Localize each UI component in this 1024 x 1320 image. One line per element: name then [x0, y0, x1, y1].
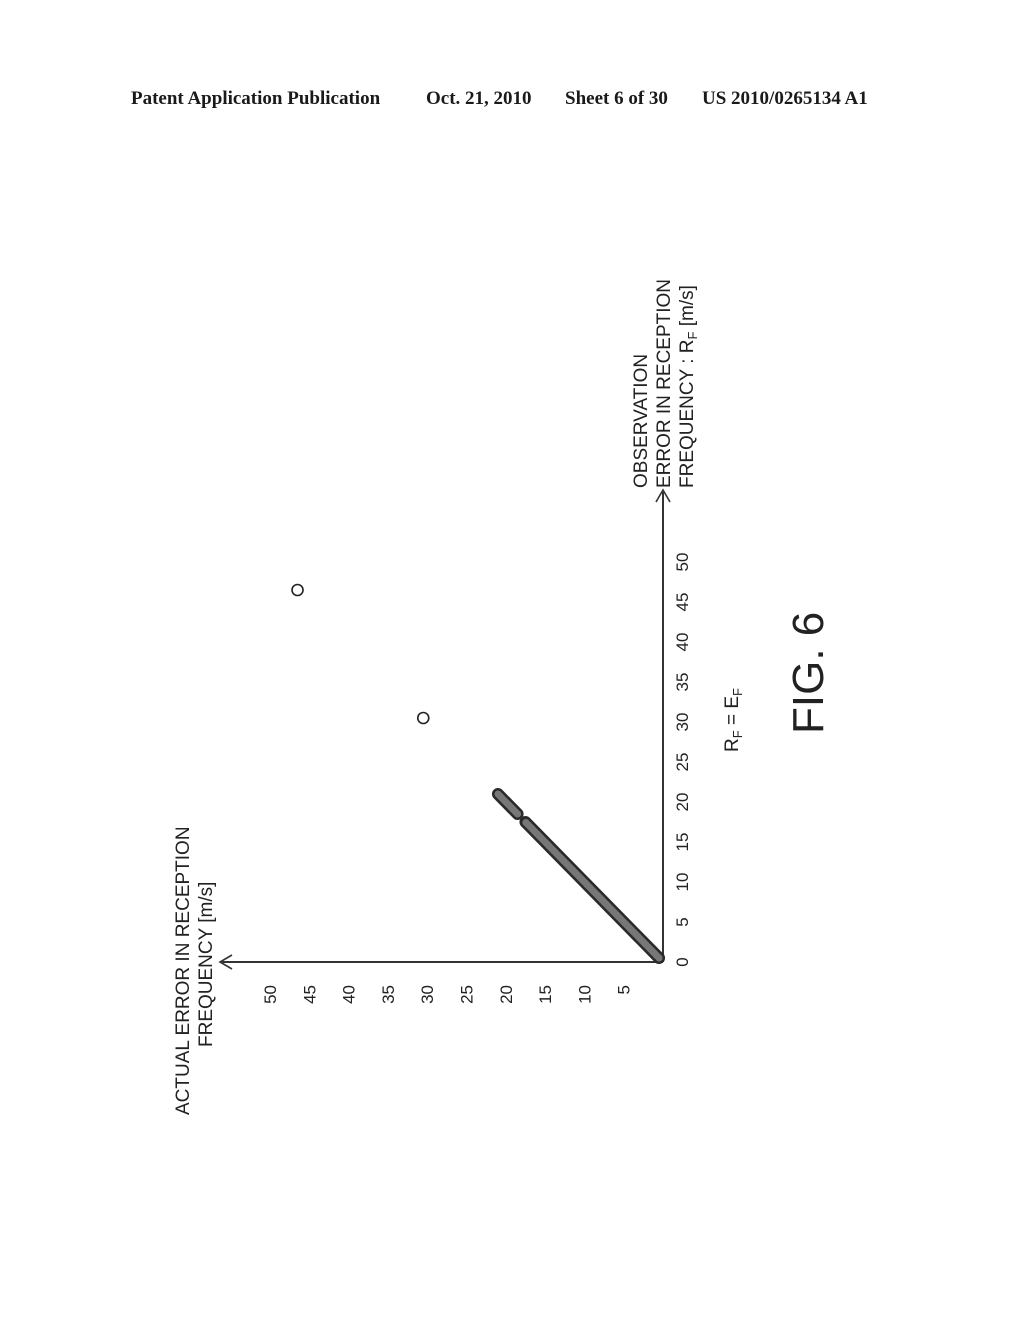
y-tick-label: 30 — [418, 985, 437, 1004]
y-axis-label-line-2: FREQUENCY [m/s] — [196, 882, 217, 1047]
outlier-point — [416, 711, 430, 725]
x-tick-label: 20 — [673, 793, 692, 812]
y-axis-label-line-1: ACTUAL ERROR IN RECEPTION — [173, 826, 194, 1115]
x-tick-label: 40 — [673, 633, 692, 652]
y-tick-label: 20 — [497, 985, 516, 1004]
x-tick-label: 45 — [673, 593, 692, 612]
figure-6-chart: 0 5 10 15 20 25 30 35 40 45 50 5 10 15 20 25 30 35 40 45 50 A… — [173, 279, 833, 1115]
equality-annotation: RF = EF — [722, 688, 745, 752]
y-tick-label: 10 — [575, 985, 594, 1004]
x-axis-label-line-1: OBSERVATION — [631, 354, 652, 488]
y-tick-label: 40 — [340, 985, 359, 1004]
y-tick-label: 15 — [536, 985, 555, 1004]
y-tick-label: 5 — [615, 985, 634, 994]
y-tick-label: 25 — [458, 985, 477, 1004]
x-tick-label: 10 — [673, 873, 692, 892]
x-tick-label: 15 — [673, 833, 692, 852]
y-tick-label: 45 — [300, 985, 319, 1004]
y-tick-label: 50 — [261, 985, 280, 1004]
x-tick-label: 0 — [673, 957, 692, 966]
x-axis-label-line-3: FREQUENCY : RF [m/s] — [677, 285, 700, 488]
x-tick-label: 25 — [673, 753, 692, 772]
equality-band-texture — [521, 818, 663, 962]
x-tick-label: 35 — [673, 673, 692, 692]
outlier-point — [291, 583, 304, 597]
figure-label: FIG. 6 — [784, 612, 833, 734]
x-tick-label: 5 — [673, 917, 692, 926]
y-tick-label: 35 — [379, 985, 398, 1004]
plot-area: 0 5 10 15 20 25 30 35 40 45 50 5 10 15 20 25 30 35 40 45 50 A… — [173, 279, 833, 1115]
x-axis-label-line-2: ERROR IN RECEPTION — [654, 279, 675, 488]
x-tick-label: 30 — [673, 713, 692, 732]
x-tick-label: 50 — [673, 553, 692, 572]
